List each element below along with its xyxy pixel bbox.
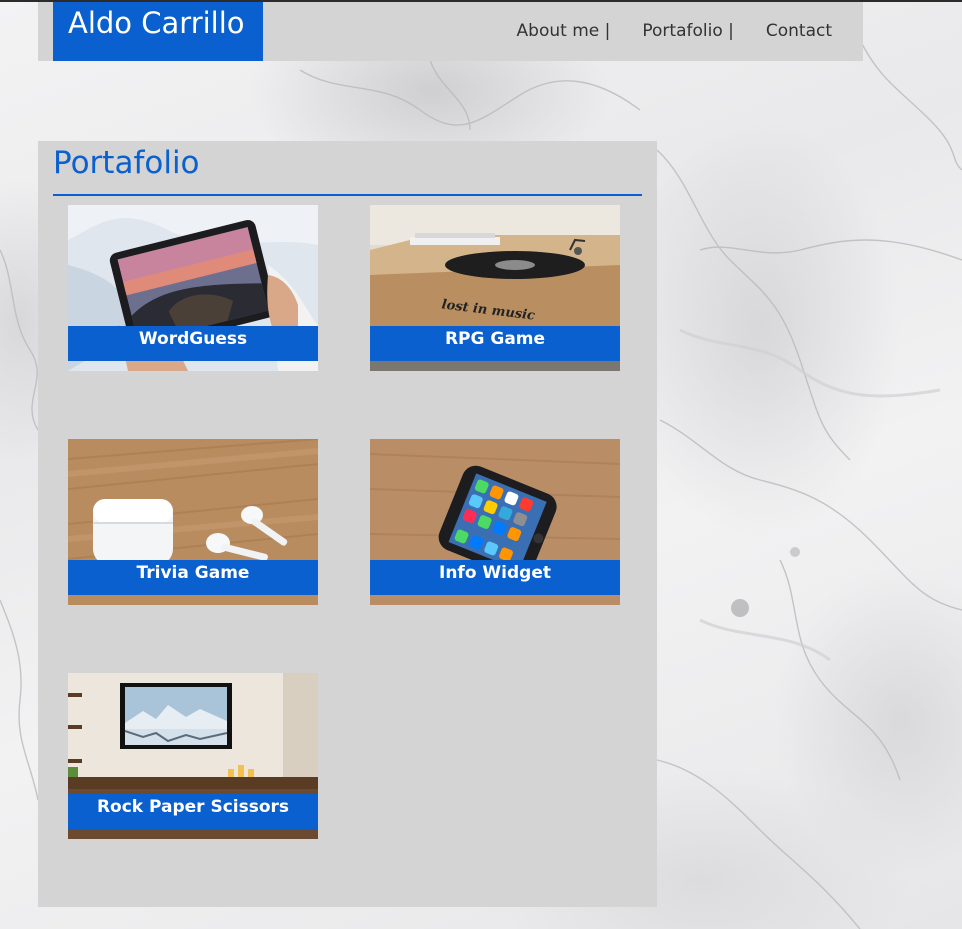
project-label: Rock Paper Scissors [68, 794, 318, 829]
nav-link-about-me[interactable]: About me | [517, 21, 611, 41]
project-label: Trivia Game [68, 560, 318, 595]
nav-links: About me | Portafolio | Contact [485, 21, 832, 41]
project-card-wordguess[interactable]: WordGuess [68, 205, 318, 371]
project-label: Info Widget [370, 560, 620, 595]
title-divider [53, 194, 642, 196]
page-title: Portafolio [53, 145, 200, 181]
project-card-trivia-game[interactable]: Trivia Game [68, 439, 318, 605]
project-card-info-widget[interactable]: Info Widget [370, 439, 620, 605]
project-card-rock-paper-scissors[interactable]: Rock Paper Scissors [68, 673, 318, 839]
project-card-rpg-game[interactable]: lost in music RPG Game [370, 205, 620, 371]
project-label: RPG Game [370, 326, 620, 361]
portfolio-panel: Portafolio WordGuess lost in music RPG G… [38, 141, 657, 907]
navbar: Aldo Carrillo About me | Portafolio | Co… [38, 2, 863, 61]
project-label: WordGuess [68, 326, 318, 361]
nav-link-portafolio[interactable]: Portafolio | [642, 21, 733, 41]
brand-logo-link[interactable]: Aldo Carrillo [53, 2, 263, 61]
nav-link-contact[interactable]: Contact [766, 21, 832, 41]
